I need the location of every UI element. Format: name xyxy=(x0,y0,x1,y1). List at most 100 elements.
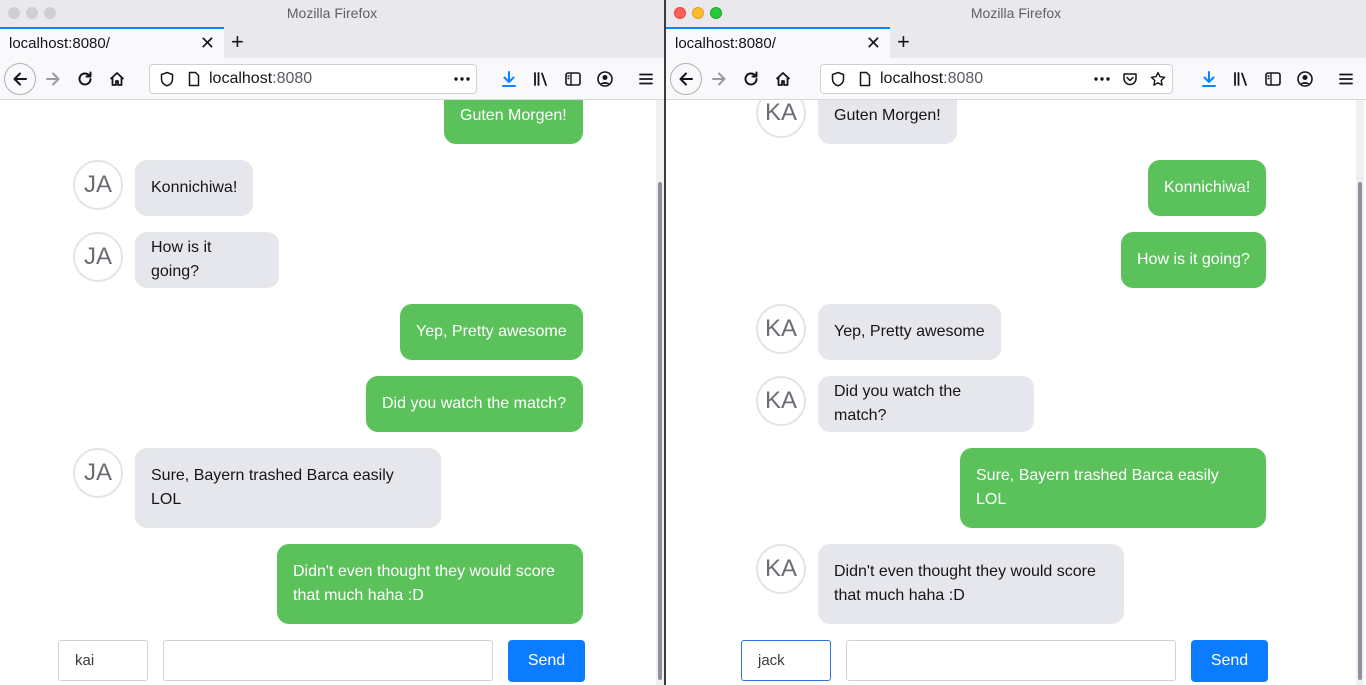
close-tab-icon[interactable]: ✕ xyxy=(866,33,881,53)
other-message-bubble: Sure, Bayern trashed Barca easily LOL xyxy=(135,448,441,528)
own-message-bubble: Sure, Bayern trashed Barca easily LOL xyxy=(960,448,1266,528)
url-port: :8080 xyxy=(272,70,313,87)
send-button[interactable]: Send xyxy=(508,640,585,682)
reload-button[interactable] xyxy=(69,63,101,95)
account-icon xyxy=(1297,71,1313,87)
sidebar-icon xyxy=(565,72,581,86)
shield-icon[interactable] xyxy=(830,71,846,87)
sidebar-button[interactable] xyxy=(557,63,589,95)
downloads-button[interactable] xyxy=(493,63,525,95)
avatar: KA xyxy=(756,376,806,426)
new-tab-button[interactable]: + xyxy=(897,29,910,55)
account-button[interactable] xyxy=(589,63,621,95)
avatar: KA xyxy=(756,544,806,594)
avatar: KA xyxy=(756,304,806,354)
new-tab-button[interactable]: + xyxy=(231,29,244,55)
page-scrollbar[interactable] xyxy=(656,100,664,685)
other-message-bubble: Didn't even thought they would score tha… xyxy=(818,544,1124,624)
download-icon xyxy=(502,71,516,87)
tab-localhost[interactable]: localhost:8080/ ✕ xyxy=(666,27,890,58)
account-icon xyxy=(597,71,613,87)
avatar: KA xyxy=(756,100,806,138)
download-icon xyxy=(1202,71,1216,87)
right-browser-window: Mozilla Firefox localhost:8080/ ✕ + loca… xyxy=(666,0,1366,685)
forward-button[interactable] xyxy=(37,63,69,95)
pocket-icon[interactable] xyxy=(1122,71,1138,87)
home-icon xyxy=(775,72,791,86)
account-button[interactable] xyxy=(1289,63,1321,95)
library-button[interactable] xyxy=(525,63,557,95)
avatar: JA xyxy=(73,160,123,210)
forward-arrow-icon xyxy=(712,72,726,86)
page-icon xyxy=(859,71,871,87)
library-button[interactable] xyxy=(1225,63,1257,95)
other-message-bubble: How is it going? xyxy=(135,232,279,288)
url-bar[interactable]: localhost:8080 xyxy=(149,64,477,94)
other-message-bubble: Yep, Pretty awesome xyxy=(818,304,1001,360)
forward-button[interactable] xyxy=(703,63,735,95)
own-message-bubble: Yep, Pretty awesome xyxy=(400,304,583,360)
window-title: Mozilla Firefox xyxy=(286,5,378,21)
back-button[interactable] xyxy=(4,63,36,95)
scrollbar-thumb[interactable] xyxy=(1358,182,1362,680)
avatar: JA xyxy=(73,448,123,498)
home-button[interactable] xyxy=(101,63,133,95)
window-titlebar: Mozilla Firefox xyxy=(666,0,1366,27)
home-button[interactable] xyxy=(767,63,799,95)
menu-icon xyxy=(639,73,653,85)
url-port: :8080 xyxy=(943,70,984,87)
more-dots-icon[interactable] xyxy=(1094,77,1110,81)
username-field[interactable]: jack xyxy=(741,640,831,681)
own-message-bubble: Did you watch the match? xyxy=(366,376,583,432)
back-arrow-icon xyxy=(679,72,693,86)
window-title: Mozilla Firefox xyxy=(970,5,1062,21)
chat-page: KA Guten Morgen! Konnichiwa! How is it g… xyxy=(666,100,1366,685)
url-host: localhost xyxy=(209,70,273,87)
star-icon[interactable] xyxy=(1150,71,1166,87)
minimize-window-button[interactable] xyxy=(692,7,704,19)
own-message-bubble: Didn't even thought they would score tha… xyxy=(277,544,583,624)
own-message-bubble: Konnichiwa! xyxy=(1148,160,1266,216)
close-window-button[interactable] xyxy=(674,7,686,19)
tab-localhost[interactable]: localhost:8080/ ✕ xyxy=(0,27,224,58)
reload-icon xyxy=(744,71,758,86)
close-window-button[interactable] xyxy=(8,7,20,19)
page-scrollbar[interactable] xyxy=(1356,100,1364,685)
url-host: localhost xyxy=(880,70,944,87)
downloads-button[interactable] xyxy=(1193,63,1225,95)
app-menu-button[interactable] xyxy=(630,63,662,95)
tab-strip: localhost:8080/ ✕ + xyxy=(666,27,1366,58)
send-button[interactable]: Send xyxy=(1191,640,1268,682)
other-message-bubble: Did you watch the match? xyxy=(818,376,1034,432)
other-message-bubble: Guten Morgen! xyxy=(818,100,957,144)
scrollbar-thumb[interactable] xyxy=(658,182,662,680)
home-icon xyxy=(109,72,125,86)
tab-title: localhost:8080/ xyxy=(9,35,110,52)
left-browser-window: Mozilla Firefox localhost:8080/ ✕ + loca… xyxy=(0,0,664,685)
message-input[interactable] xyxy=(163,640,493,681)
tab-title: localhost:8080/ xyxy=(675,35,776,52)
page-icon xyxy=(188,71,200,87)
reload-button[interactable] xyxy=(735,63,767,95)
library-icon xyxy=(1234,72,1247,86)
sidebar-icon xyxy=(1265,72,1281,86)
other-message-bubble: Konnichiwa! xyxy=(135,160,253,216)
shield-icon[interactable] xyxy=(159,71,175,87)
url-text: localhost:8080 xyxy=(880,70,983,88)
close-tab-icon[interactable]: ✕ xyxy=(200,33,215,53)
own-message-bubble: How is it going? xyxy=(1121,232,1266,288)
message-input[interactable] xyxy=(846,640,1176,681)
sidebar-button[interactable] xyxy=(1257,63,1289,95)
more-dots-icon[interactable] xyxy=(454,77,470,81)
zoom-window-button[interactable] xyxy=(44,7,56,19)
app-menu-button[interactable] xyxy=(1330,63,1362,95)
navigation-toolbar: localhost:8080 xyxy=(0,58,664,100)
url-bar[interactable]: localhost:8080 xyxy=(820,64,1173,94)
reload-icon xyxy=(78,71,92,86)
username-field[interactable]: kai xyxy=(58,640,148,681)
zoom-window-button[interactable] xyxy=(710,7,722,19)
minimize-window-button[interactable] xyxy=(26,7,38,19)
avatar: JA xyxy=(73,232,123,282)
back-button[interactable] xyxy=(670,63,702,95)
back-arrow-icon xyxy=(13,72,27,86)
